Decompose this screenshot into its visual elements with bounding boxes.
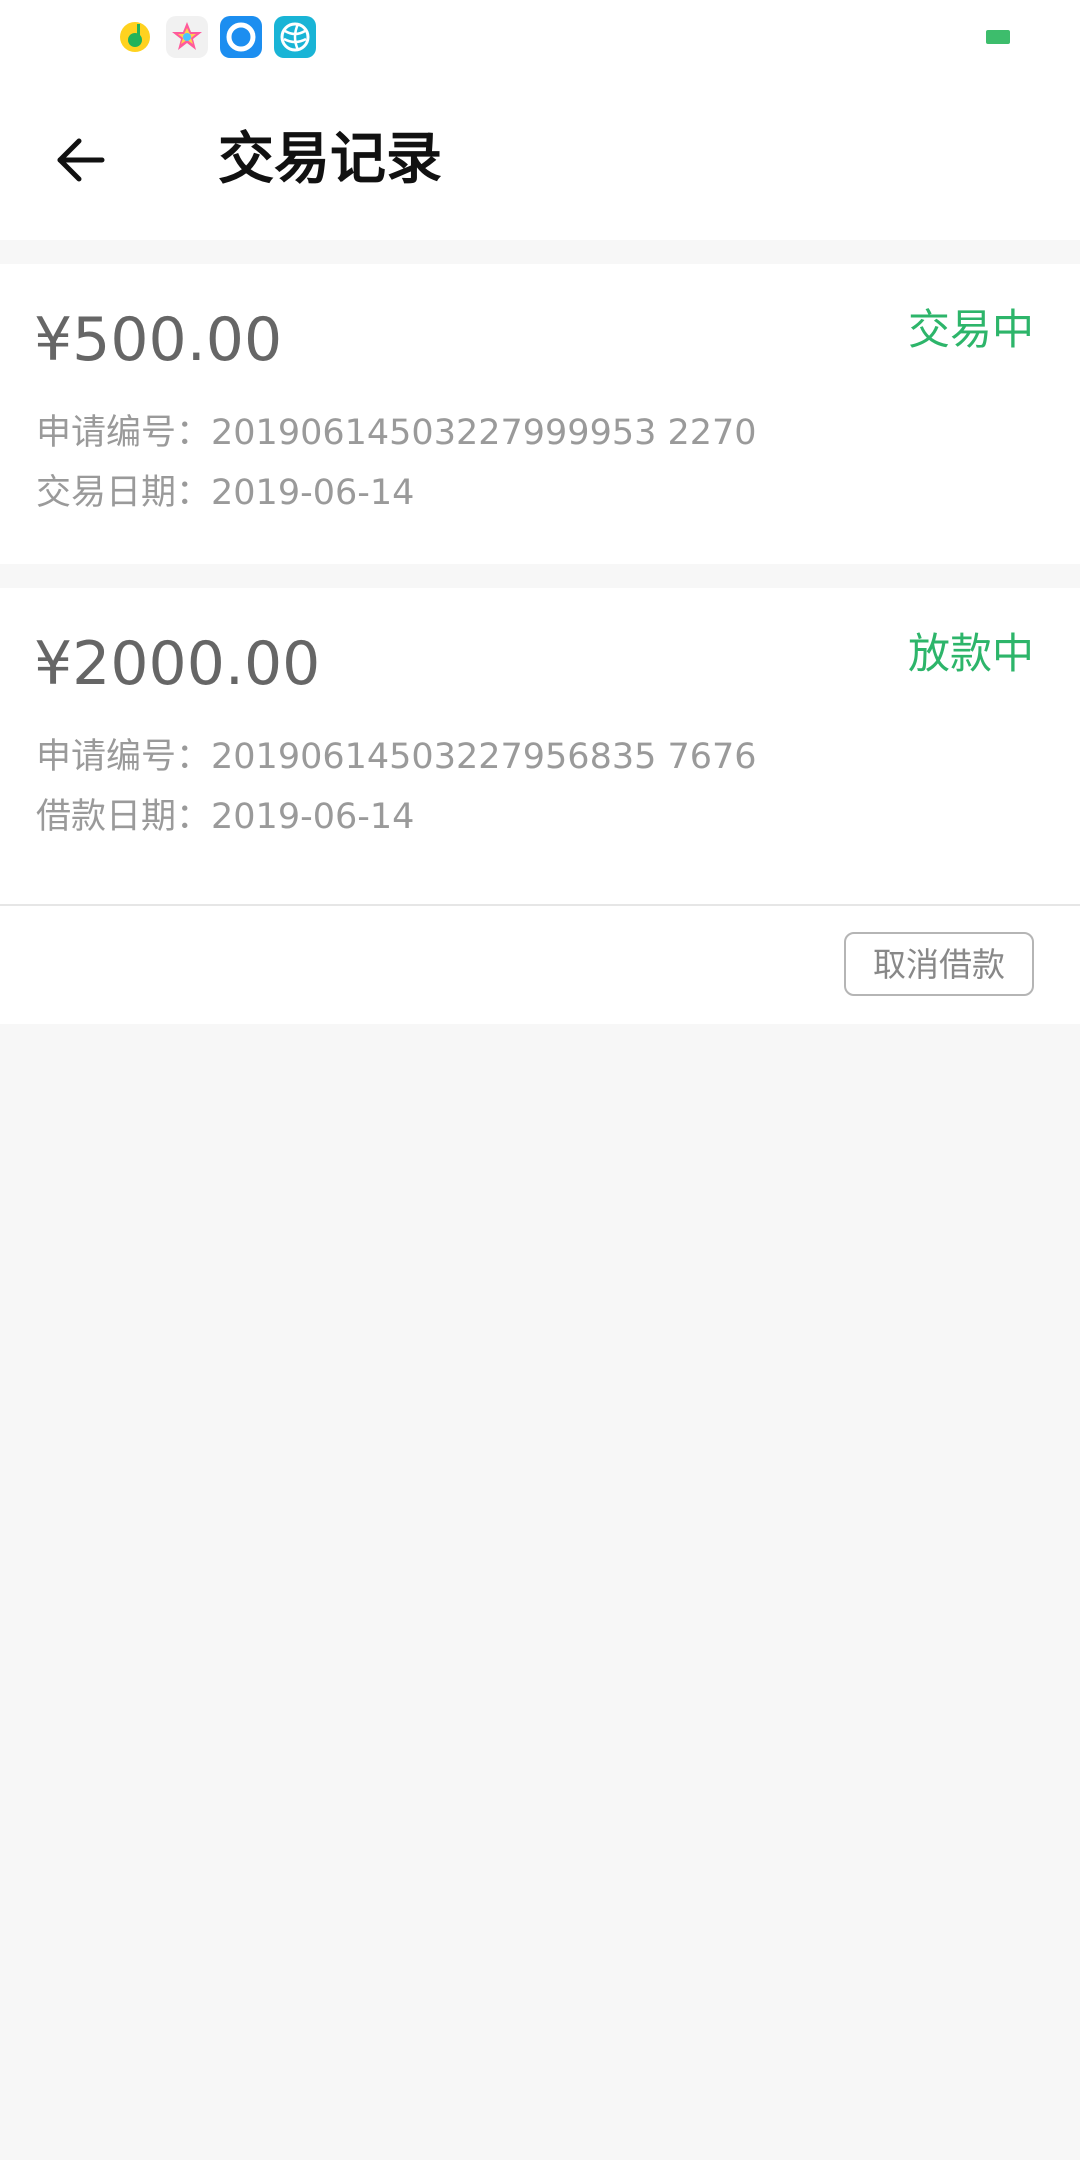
date-line: 借款日期：2019-06-14 [36, 792, 414, 842]
application-number: 20190614503227999953 2270 [211, 413, 757, 453]
battery-icon [986, 30, 1010, 44]
record-amount: ¥500.00 [34, 305, 283, 375]
basketball-app-icon [274, 16, 316, 58]
back-button[interactable] [40, 120, 120, 200]
photos-icon [166, 16, 208, 58]
application-number-label: 申请编号： [36, 413, 212, 453]
page-title: 交易记录 [218, 127, 442, 192]
date-label: 借款日期： [36, 797, 212, 837]
record-card[interactable]: ¥2000.00 放款中 申请编号：20190614503227956835 7… [0, 588, 1080, 904]
status-bar [0, 0, 1080, 76]
application-number-line: 申请编号：20190614503227956835 7676 [36, 732, 757, 782]
record-status: 放款中 [907, 629, 1034, 678]
record-card[interactable]: ¥500.00 交易中 申请编号：20190614503227999953 22… [0, 264, 1080, 564]
app-header: 交易记录 [0, 76, 1080, 240]
record-action-bar: 取消借款 [0, 906, 1080, 1024]
application-number-label: 申请编号： [36, 737, 212, 777]
application-number-line: 申请编号：20190614503227999953 2270 [36, 408, 757, 458]
date-line: 交易日期：2019-06-14 [36, 468, 414, 518]
qq-music-icon [114, 16, 156, 58]
record-amount: ¥2000.00 [34, 629, 321, 699]
record-date: 2019-06-14 [211, 473, 415, 513]
date-label: 交易日期： [36, 473, 212, 513]
record-date: 2019-06-14 [211, 797, 415, 837]
browser-icon [220, 16, 262, 58]
back-arrow-icon [57, 138, 105, 182]
application-number: 20190614503227956835 7676 [211, 737, 757, 777]
cancel-loan-button[interactable]: 取消借款 [844, 932, 1034, 996]
record-status: 交易中 [907, 305, 1034, 354]
